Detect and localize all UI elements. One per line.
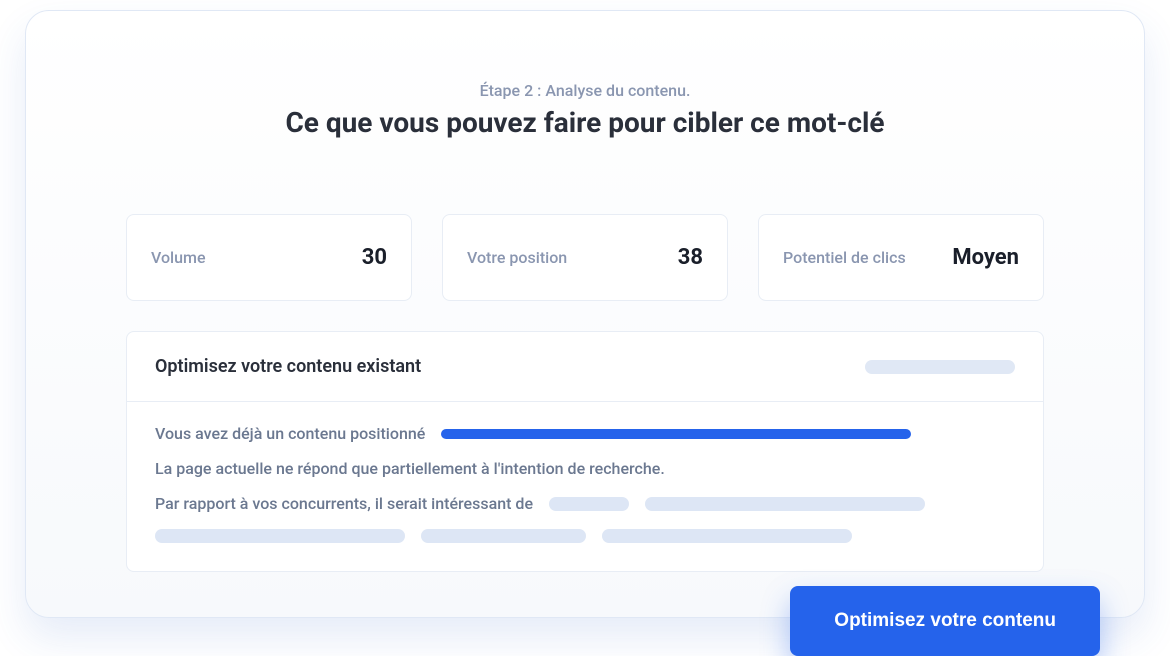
stat-card-potential: Potentiel de clics Moyen [758, 214, 1044, 301]
placeholder-pill [602, 529, 852, 543]
content-line-2: La page actuelle ne répond que partielle… [155, 459, 1015, 478]
panel-body: Vous avez déjà un contenu positionné La … [127, 402, 1043, 571]
main-title: Ce que vous pouvez faire pour cibler ce … [126, 106, 1044, 139]
optimize-content-button[interactable]: Optimisez votre contenu [790, 586, 1100, 656]
stat-value: 30 [362, 245, 387, 270]
line-text: Par rapport à vos concurrents, il serait… [155, 494, 533, 513]
stat-label: Volume [151, 248, 206, 267]
content-line-1: Vous avez déjà un contenu positionné [155, 424, 1015, 443]
placeholder-pill [645, 497, 925, 511]
content-line-4 [155, 529, 1015, 543]
panel-header: Optimisez votre contenu existant [127, 332, 1043, 402]
placeholder-pill [155, 529, 405, 543]
placeholder-pill [865, 360, 1015, 374]
stat-label: Votre position [467, 248, 567, 267]
content-panel: Optimisez votre contenu existant Vous av… [126, 331, 1044, 572]
line-text: La page actuelle ne répond que partielle… [155, 459, 665, 478]
placeholder-pill [421, 529, 586, 543]
content-line-3: Par rapport à vos concurrents, il serait… [155, 494, 1015, 513]
step-label: Étape 2 : Analyse du contenu. [126, 81, 1044, 100]
placeholder-pill [549, 497, 629, 511]
stat-value: Moyen [952, 245, 1019, 270]
stat-card-position: Votre position 38 [442, 214, 728, 301]
panel-title: Optimisez votre contenu existant [155, 356, 421, 377]
stat-value: 38 [678, 245, 703, 270]
stats-row: Volume 30 Votre position 38 Potentiel de… [126, 214, 1044, 301]
line-text: Vous avez déjà un contenu positionné [155, 424, 425, 443]
stat-label: Potentiel de clics [783, 248, 906, 267]
highlight-bar [441, 429, 911, 439]
analysis-card: Étape 2 : Analyse du contenu. Ce que vou… [25, 10, 1145, 618]
stat-card-volume: Volume 30 [126, 214, 412, 301]
